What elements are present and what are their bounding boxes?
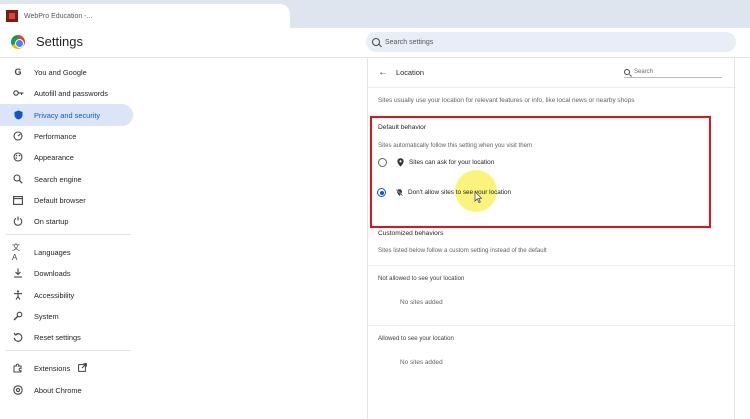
sidebar-item-label: Privacy and security xyxy=(34,110,101,120)
chrome-icon xyxy=(12,384,24,396)
card-divider xyxy=(368,87,736,88)
sidebar-item-label: Autofill and passwords xyxy=(34,88,108,98)
location-search-input[interactable]: Search xyxy=(624,67,722,78)
browser-tab-strip: WebPro Education -... xyxy=(0,0,750,28)
sidebar-item-label: Accessibility xyxy=(34,290,75,300)
sidebar-item-autofill[interactable]: Autofill and passwords xyxy=(0,82,133,104)
tab-title: WebPro Education -... xyxy=(24,12,93,20)
customized-behaviors-title: Customized behaviors xyxy=(378,230,444,237)
search-placeholder: Search xyxy=(634,69,654,75)
sidebar-item-label: You and Google xyxy=(34,67,87,77)
google-icon: G xyxy=(14,67,22,77)
allowed-title: Allowed to see your location xyxy=(378,335,454,342)
puzzle-icon xyxy=(12,362,24,374)
sidebar-item-label: Performance xyxy=(34,131,77,141)
location-description: Sites usually use your location for rele… xyxy=(378,97,635,104)
browser-tab[interactable]: WebPro Education -... xyxy=(0,4,290,28)
not-allowed-title: Not allowed to see your location xyxy=(378,275,465,282)
not-allowed-empty-text: No sites added xyxy=(400,299,443,306)
sidebar-item-reset-settings[interactable]: Reset settings xyxy=(0,326,133,348)
download-icon xyxy=(12,267,24,279)
reset-icon xyxy=(12,331,24,343)
chrome-logo-icon xyxy=(11,35,25,49)
customized-behaviors-subtitle: Sites listed below follow a custom setti… xyxy=(378,247,547,254)
card-divider xyxy=(368,325,736,326)
allowed-empty-text: No sites added xyxy=(400,359,443,366)
sidebar-item-appearance[interactable]: Appearance xyxy=(0,146,133,168)
sidebar-divider xyxy=(6,350,131,351)
back-arrow-icon[interactable]: ← xyxy=(378,67,388,78)
sidebar-item-about-chrome[interactable]: About Chrome xyxy=(0,379,133,401)
sidebar-item-extensions[interactable]: Extensions xyxy=(0,357,133,379)
sidebar-item-label: Languages xyxy=(34,247,71,257)
search-icon xyxy=(12,173,24,185)
sidebar-item-label: About Chrome xyxy=(34,385,82,395)
palette-icon xyxy=(12,151,24,163)
default-behavior-highlight-box xyxy=(370,116,711,228)
sidebar-item-system[interactable]: System xyxy=(0,305,133,327)
sidebar-divider xyxy=(6,234,131,235)
page-title: Settings xyxy=(36,34,83,49)
browser-icon xyxy=(12,194,24,206)
sidebar-item-label: Downloads xyxy=(34,268,71,278)
settings-header: Settings Search settings xyxy=(0,28,750,58)
sidebar-item-you-and-google[interactable]: G You and Google xyxy=(0,61,133,83)
shield-icon xyxy=(12,109,24,121)
sidebar-item-privacy-security[interactable]: Privacy and security xyxy=(0,104,133,126)
sidebar-item-label: Reset settings xyxy=(34,332,81,342)
search-icon xyxy=(624,69,630,75)
accessibility-icon xyxy=(12,289,24,301)
search-icon xyxy=(372,38,380,46)
search-settings-input[interactable]: Search settings xyxy=(366,32,736,52)
sidebar-item-search-engine[interactable]: Search engine xyxy=(0,168,133,190)
sidebar-item-languages[interactable]: 文A Languages xyxy=(0,241,133,263)
speedometer-icon xyxy=(12,130,24,142)
sidebar-item-label: Search engine xyxy=(34,174,82,184)
location-title: Location xyxy=(396,68,424,77)
key-icon xyxy=(12,87,24,99)
sidebar-item-downloads[interactable]: Downloads xyxy=(0,262,133,284)
location-settings-card: ← Location Search Sites usually use your… xyxy=(367,58,736,419)
open-in-new-icon xyxy=(78,362,88,374)
sidebar-item-label: System xyxy=(34,311,59,321)
search-placeholder: Search settings xyxy=(385,38,434,46)
translate-icon: 文A xyxy=(12,243,20,262)
sidebar-item-label: On startup xyxy=(34,216,69,226)
card-divider xyxy=(368,265,736,266)
sidebar-item-performance[interactable]: Performance xyxy=(0,125,133,147)
power-icon xyxy=(12,215,24,227)
wrench-icon xyxy=(12,310,24,322)
site-favicon-icon xyxy=(6,10,18,22)
sidebar-item-label: Default browser xyxy=(34,195,86,205)
sidebar: G You and Google Autofill and passwords … xyxy=(0,60,135,419)
sidebar-item-label: Appearance xyxy=(34,152,74,162)
sidebar-item-default-browser[interactable]: Default browser xyxy=(0,189,133,211)
sidebar-item-label: Extensions xyxy=(34,363,71,373)
sidebar-item-accessibility[interactable]: Accessibility xyxy=(0,284,133,306)
sidebar-item-on-startup[interactable]: On startup xyxy=(0,210,133,232)
